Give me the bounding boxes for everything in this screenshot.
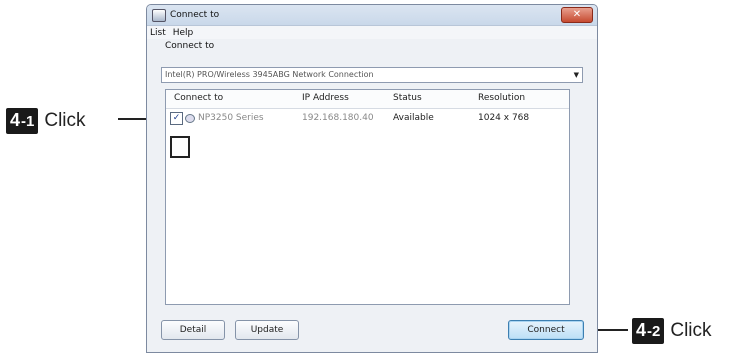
row-checkbox[interactable]: ✓ (170, 112, 183, 125)
callout-step-4-1: 4 -1 Click (6, 108, 86, 134)
connect-to-label: Connect to (165, 41, 215, 51)
callout-text: Click (670, 320, 712, 341)
window-title: Connect to (170, 10, 220, 20)
app-icon (152, 8, 166, 22)
table-row[interactable]: ✓ NP3250 Series 192.168.180.40 Available… (166, 110, 569, 126)
list-header: Connect to IP Address Status Resolution (166, 90, 569, 109)
step-badge-4-1: 4 -1 (6, 108, 39, 134)
column-connect-to[interactable]: Connect to (174, 93, 223, 103)
connect-button[interactable]: Connect (508, 320, 584, 340)
dialog-client-area: Connect to Intel(R) PRO/Wireless 3945ABG… (147, 39, 597, 352)
projector-icon (185, 114, 195, 123)
title-bar: Connect to ✕ (147, 5, 597, 26)
checkbox-highlight (170, 136, 190, 158)
callout-text: Click (44, 110, 86, 131)
network-adapter-select[interactable]: Intel(R) PRO/Wireless 3945ABG Network Co… (161, 67, 583, 83)
menu-list[interactable]: List (150, 28, 166, 38)
menu-help[interactable]: Help (173, 28, 194, 38)
adapter-select-value: Intel(R) PRO/Wireless 3945ABG Network Co… (165, 70, 374, 79)
column-resolution[interactable]: Resolution (478, 93, 525, 103)
step-badge-4-2: 4 -2 (632, 318, 665, 344)
projector-resolution: 1024 x 768 (478, 113, 530, 123)
column-ip-address[interactable]: IP Address (302, 93, 349, 103)
menu-bar: List Help (147, 26, 597, 39)
dropdown-arrow-icon[interactable]: ▼ (574, 68, 579, 82)
step-number: 4 (10, 110, 21, 130)
update-button[interactable]: Update (235, 320, 299, 340)
detail-button[interactable]: Detail (161, 320, 225, 340)
projector-name: NP3250 Series (198, 113, 264, 123)
projector-ip: 192.168.180.40 (302, 113, 374, 123)
callout-step-4-2: 4 -2 Click (632, 318, 712, 344)
connect-to-dialog: Connect to ✕ List Help Connect to Intel(… (146, 4, 598, 353)
step-sub-number: -1 (21, 113, 35, 130)
close-button[interactable]: ✕ (561, 7, 593, 23)
instruction-figure: 4 -1 Click 4 -2 Click Connect to ✕ List He… (0, 0, 741, 355)
step-sub-number: -2 (647, 323, 661, 340)
column-status[interactable]: Status (393, 93, 422, 103)
projector-status: Available (393, 113, 434, 123)
projector-list: Connect to IP Address Status Resolution … (165, 89, 570, 305)
step-number: 4 (636, 320, 647, 340)
